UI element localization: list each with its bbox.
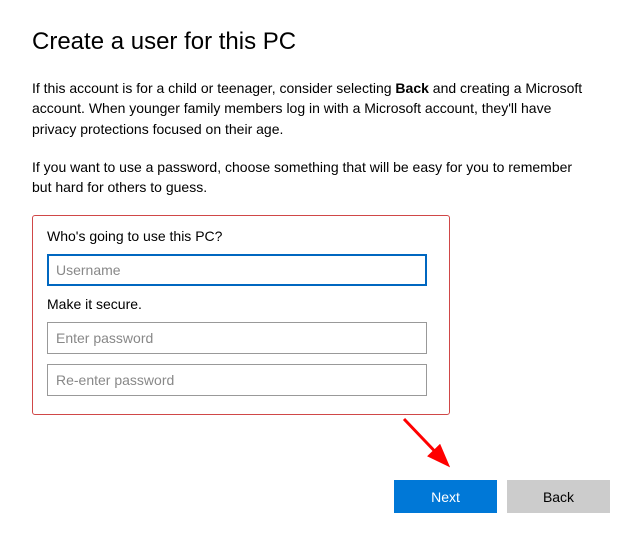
page-title: Create a user for this PC <box>32 28 610 56</box>
password-confirm-input[interactable] <box>47 364 427 396</box>
description-paragraph-1: If this account is for a child or teenag… <box>32 78 592 139</box>
description-paragraph-2: If you want to use a password, choose so… <box>32 157 592 198</box>
password-input[interactable] <box>47 322 427 354</box>
desc1-pre: If this account is for a child or teenag… <box>32 80 395 96</box>
back-button[interactable]: Back <box>507 480 610 513</box>
username-section-label: Who's going to use this PC? <box>47 228 435 244</box>
button-row: Next Back <box>394 480 610 513</box>
arrow-annotation-icon <box>394 411 464 481</box>
desc1-bold: Back <box>395 80 428 96</box>
next-button[interactable]: Next <box>394 480 497 513</box>
username-input[interactable] <box>47 254 427 286</box>
form-highlight-box: Who's going to use this PC? Make it secu… <box>32 215 450 415</box>
password-section-label: Make it secure. <box>47 296 435 312</box>
